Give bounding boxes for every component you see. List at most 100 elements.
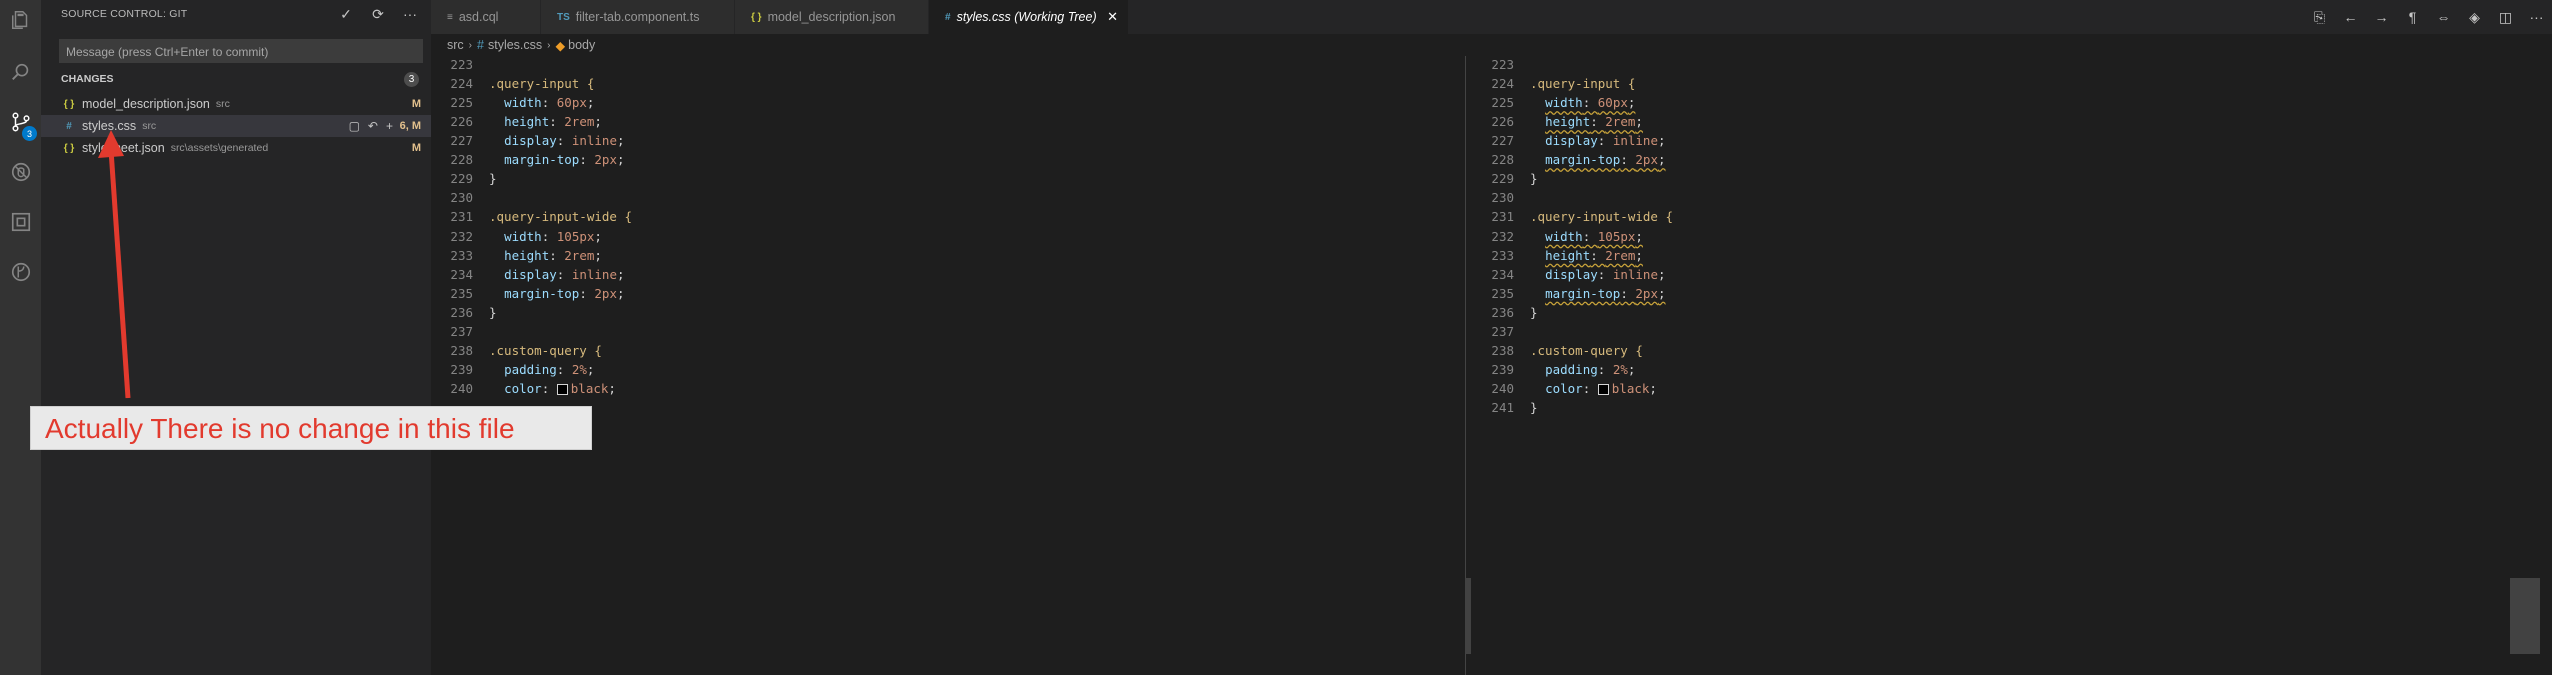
tab-asd-cql[interactable]: ≡ asd.cql <box>431 0 541 34</box>
code-text: } <box>489 171 497 186</box>
code-line: 238 .custom-query { <box>1472 341 1643 360</box>
css-property: color <box>504 380 542 396</box>
code-line: 240 color: black; <box>431 379 616 398</box>
split-editor-icon[interactable]: ◫ <box>2490 9 2521 26</box>
source-control-icon[interactable]: 3 <box>0 102 41 142</box>
punctuation: ; <box>1635 228 1643 244</box>
changes-header[interactable]: CHANGES <box>61 73 114 85</box>
list-item[interactable]: { } stylesheet.json src\assets\generated… <box>41 137 431 159</box>
chevron-right-icon: › <box>547 39 551 51</box>
line-number: 231 <box>450 209 473 225</box>
breadcrumb-file[interactable]: styles.css <box>488 38 542 52</box>
file-status: M <box>411 142 421 154</box>
css-file-icon: # <box>477 38 484 52</box>
line-number: 232 <box>1491 228 1514 244</box>
line-number: 238 <box>1491 342 1514 358</box>
punctuation: ; <box>1627 361 1636 377</box>
punctuation: } <box>489 171 497 187</box>
line-number: 240 <box>450 380 473 396</box>
list-item[interactable]: { } model_description.json src M <box>41 93 431 115</box>
overview-ruler[interactable] <box>2510 578 2540 654</box>
punctuation: } <box>1530 304 1538 320</box>
css-property: padding <box>504 361 557 377</box>
line-number: 240 <box>1491 380 1514 396</box>
css-value: inline <box>571 266 617 282</box>
css-property: margin-top <box>504 285 580 301</box>
punctuation: ; <box>586 361 595 377</box>
punctuation: : <box>549 114 565 130</box>
line-number: 241 <box>1491 399 1514 415</box>
debug-icon[interactable] <box>0 152 41 192</box>
css-value: black <box>1611 380 1650 396</box>
code-line: 239 padding: 2%; <box>431 360 594 379</box>
list-item[interactable]: # styles.css src ▢ ↶ + 6, M <box>41 115 431 137</box>
breadcrumb-symbol[interactable]: body <box>568 38 595 52</box>
tab-label: asd.cql <box>458 10 499 24</box>
refresh-icon[interactable]: ⟳ <box>369 3 387 25</box>
line-number: 231 <box>1491 209 1514 225</box>
stage-changes-icon[interactable]: + <box>386 119 393 133</box>
css-value: black <box>570 380 609 396</box>
punctuation: ; <box>1657 266 1666 282</box>
commit-check-icon[interactable]: ✓ <box>337 3 355 25</box>
code-text: } <box>1530 171 1538 186</box>
explorer-icon[interactable] <box>0 0 41 40</box>
panel-actions: ✓ ⟳ ··· <box>337 3 419 25</box>
line-number: 230 <box>1491 190 1514 206</box>
punctuation: ; <box>1635 247 1643 263</box>
source-control-panel: SOURCE CONTROL: GIT ✓ ⟳ ··· Message (pre… <box>41 0 431 675</box>
open-file-icon[interactable]: ⎘ <box>2304 9 2335 26</box>
css-value: 105px <box>556 228 595 244</box>
color-swatch[interactable] <box>556 383 568 395</box>
code-line: 228 margin-top: 2px; <box>431 150 624 169</box>
line-number: 225 <box>1491 95 1514 111</box>
code-text: margin-top: 2px; <box>489 152 624 167</box>
scrollbar[interactable] <box>1465 578 1471 654</box>
open-file-icon[interactable]: ▢ <box>349 119 360 133</box>
extensions-icon[interactable] <box>0 202 41 242</box>
css-value: 2rem <box>564 247 595 263</box>
line-number: 232 <box>450 228 473 244</box>
git-lens-icon[interactable]: ◈ <box>2459 9 2490 26</box>
punctuation: : <box>556 266 572 282</box>
code-line: 225 width: 60px; <box>431 93 594 112</box>
punctuation: ; <box>1657 133 1666 149</box>
punctuation: : <box>1620 152 1636 168</box>
tab-filter-tab-component[interactable]: TS filter-tab.component.ts <box>541 0 735 34</box>
line-number: 239 <box>1491 361 1514 377</box>
tab-model-description[interactable]: { } model_description.json <box>735 0 929 34</box>
commit-message-input[interactable]: Message (press Ctrl+Enter to commit) <box>59 39 423 63</box>
more-actions-icon[interactable]: ··· <box>401 3 419 25</box>
code-text: width: 60px; <box>1530 95 1635 110</box>
tab-label: filter-tab.component.ts <box>575 10 700 24</box>
line-number: 229 <box>450 171 473 187</box>
css-property: display <box>1545 133 1598 149</box>
code-line: 223 <box>431 56 489 74</box>
code-text: height: 2rem; <box>489 114 602 129</box>
diff-original-editor[interactable]: 222}223224.query-input {225 width: 60px;… <box>431 56 1465 675</box>
git-graph-icon[interactable] <box>0 252 41 292</box>
punctuation: : <box>1582 380 1598 396</box>
close-tab-icon[interactable]: ✕ <box>1107 9 1118 25</box>
discard-changes-icon[interactable]: ↶ <box>368 119 378 133</box>
breadcrumb-folder[interactable]: src <box>447 38 464 52</box>
color-swatch[interactable] <box>1597 383 1609 395</box>
tab-styles-working-tree[interactable]: # styles.css (Working Tree) ✕ <box>929 0 1129 34</box>
search-icon[interactable] <box>0 52 41 92</box>
inline-view-icon[interactable]: ⇔ <box>2428 9 2459 25</box>
code-line: 239 padding: 2%; <box>1472 360 1635 379</box>
punctuation: ; <box>594 247 602 263</box>
css-value: inline <box>571 133 617 149</box>
css-property: height <box>1545 114 1591 130</box>
code-line: 228 margin-top: 2px; <box>1472 150 1665 169</box>
line-number: 237 <box>450 323 473 339</box>
next-change-icon[interactable]: → <box>2366 9 2397 25</box>
whitespace-icon[interactable]: ¶ <box>2397 9 2428 25</box>
file-name: stylesheet.json <box>82 141 165 155</box>
code-line: 235 margin-top: 2px; <box>431 284 624 303</box>
code-text: .custom-query { <box>1530 343 1643 358</box>
more-actions-icon[interactable]: ··· <box>2521 9 2552 25</box>
previous-change-icon[interactable]: ← <box>2335 9 2366 25</box>
diff-modified-editor[interactable]: 222}223224.query-input {225 width: 60px;… <box>1472 56 2552 675</box>
line-number: 229 <box>1491 171 1514 187</box>
